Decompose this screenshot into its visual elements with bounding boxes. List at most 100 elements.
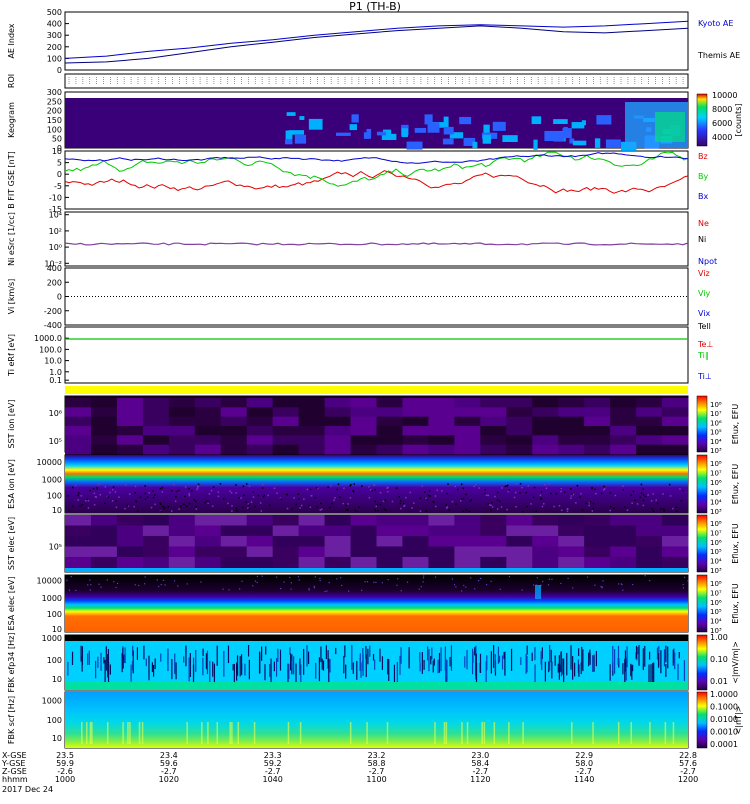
esa-ion-noise <box>375 505 378 508</box>
fbk-b-burst <box>127 722 129 744</box>
esa-ion-noise <box>231 505 233 507</box>
heatmap-cell-sst_i <box>506 416 533 427</box>
esa-elec-noise <box>252 585 254 587</box>
fbk-e-burst <box>303 648 305 675</box>
esa-ion-noise <box>421 485 424 487</box>
footer-value: 1120 <box>470 775 490 784</box>
esa-elec-noise <box>254 580 257 582</box>
esa-ion-noise <box>111 489 114 491</box>
heatmap-cell-sst_i <box>428 407 455 418</box>
esa-ion-noise <box>473 485 475 488</box>
ytick-velocity: 200 <box>47 278 62 287</box>
esa-ion-noise <box>178 508 180 510</box>
fbk-b-burst <box>592 722 594 744</box>
heatmap-cell-sst_e <box>454 515 481 526</box>
esa-ion-noise <box>391 500 394 503</box>
heatmap-cell-sst_i <box>246 435 274 446</box>
esa-elec-spectrum <box>65 575 688 632</box>
fbk-e-burst <box>277 648 279 662</box>
fbk-b-burst <box>299 722 302 744</box>
esa-ion-noise <box>572 493 575 496</box>
esa-ion-noise <box>436 489 439 492</box>
fbk-e-burst <box>188 657 190 682</box>
esa-ion-noise <box>128 493 131 495</box>
heatmap-cell-sst_e <box>636 515 663 526</box>
heatmap-cell-sst_i <box>584 407 611 418</box>
esa-ion-noise <box>527 485 530 487</box>
esa-ion-noise <box>515 506 517 508</box>
heatmap-cell-sst_i <box>168 398 196 408</box>
esa-ion-noise <box>96 486 98 489</box>
ytick-fbk_e: 1000 <box>42 634 62 643</box>
esa-ion-noise <box>320 508 323 511</box>
esa-ion-noise <box>124 507 126 510</box>
esa-ion-noise <box>662 493 664 495</box>
fbk-e-burst <box>241 663 243 676</box>
esa-ion-noise <box>446 506 449 508</box>
fbk-e-burst <box>475 653 477 672</box>
esa-ion-noise <box>124 484 127 486</box>
heatmap-cell-sst_i <box>65 435 92 446</box>
esa-ion-noise <box>642 488 644 490</box>
esa-ion-noise <box>603 485 605 488</box>
heatmap-cell-sst_e <box>116 535 144 547</box>
esa-elec-noise <box>186 583 188 585</box>
fbk-e-burst <box>259 652 261 674</box>
cbar-tick-esa_i: 10⁵ <box>710 489 722 497</box>
esa-ion-noise <box>580 492 582 495</box>
esa-ion-noise <box>376 503 379 506</box>
heatmap-cell-sst_i <box>376 426 403 436</box>
fbk-e-burst <box>520 657 522 665</box>
fbk-e-burst <box>593 654 595 672</box>
heatmap-cell-sst_e <box>506 535 533 547</box>
esa-elec-noise <box>283 581 285 583</box>
heatmap-cell-sst_e <box>454 535 481 547</box>
density-line <box>64 242 689 246</box>
esa-ion-noise <box>494 495 496 498</box>
fbk-e-burst <box>438 652 441 673</box>
esa-ion-noise <box>347 509 349 511</box>
keogram-patch <box>562 128 572 139</box>
esa-ion-noise <box>254 505 256 508</box>
esa-ion-noise <box>425 510 427 512</box>
fbk-b-burst <box>434 722 436 744</box>
heatmap-cell-sst_i <box>324 407 352 418</box>
esa-ion-noise <box>250 501 253 503</box>
fbk-e-burst <box>400 647 402 664</box>
panel-frame-density <box>64 211 689 267</box>
esa-ion-noise <box>167 506 170 508</box>
heatmap-cell-sst_i <box>428 416 455 427</box>
fbk-b-burst <box>349 722 352 744</box>
esa-ion-noise <box>374 510 377 512</box>
heatmap-cell-sst_i <box>220 426 248 436</box>
esa-ion-noise <box>295 503 298 506</box>
esa-ion-noise <box>230 492 233 494</box>
esa-ion-noise <box>194 500 197 503</box>
ylabel-esa_e: ESA elec [eV] <box>7 577 16 631</box>
legend-ae-0: Kyoto AE <box>698 19 733 28</box>
esa-ion-noise <box>188 488 190 490</box>
fbk-e-burst <box>609 664 611 681</box>
esa-ion-noise <box>567 508 569 510</box>
heatmap-cell-sst_i <box>65 416 92 427</box>
fbk-e-burst <box>329 659 331 673</box>
heatmap-cell-sst_e <box>194 546 222 558</box>
cbar-label-esa_i: Eflux, EFU <box>731 464 740 505</box>
heatmap-cell-sst_e <box>116 525 144 537</box>
heatmap-cell-sst_e <box>610 525 637 537</box>
heatmap-cell-sst_i <box>350 416 377 427</box>
fbk-e-burst <box>367 648 369 665</box>
esa-elec-noise <box>477 579 480 582</box>
cbar-tick-sst_e: 10³ <box>710 567 722 575</box>
heatmap-cell-sst_i <box>454 398 481 408</box>
esa-ion-noise <box>613 507 615 510</box>
keogram-patch <box>349 124 357 131</box>
heatmap-cell-sst_e <box>142 525 170 537</box>
fbk-e-burst <box>667 646 669 669</box>
heatmap-cell-sst_i <box>220 407 248 418</box>
keogram-cbar-tick: 8000 <box>712 105 732 114</box>
heatmap-cell-sst_i <box>220 435 248 446</box>
fbk-e-burst <box>663 649 666 667</box>
heatmap-cell-sst_e <box>610 546 637 558</box>
heatmap-cell-sst_i <box>220 398 248 408</box>
